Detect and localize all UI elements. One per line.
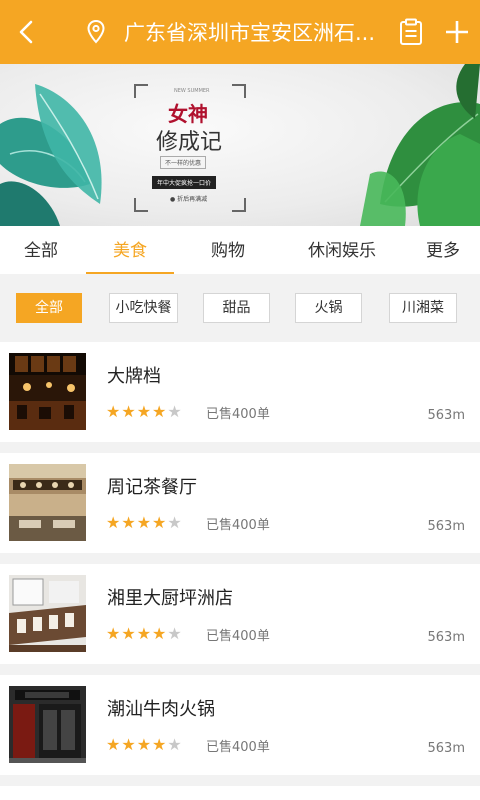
merchant-name: 周记茶餐厅 xyxy=(107,477,197,498)
poster-corner xyxy=(232,84,246,98)
list-item[interactable] xyxy=(0,786,480,800)
rating-stars: ★★★★★ xyxy=(106,624,183,643)
filter-desserts[interactable]: 甜品 xyxy=(203,293,270,323)
banner-tagline: 不一样的优惠 xyxy=(160,156,207,169)
banner-title-line1: 女神 xyxy=(168,102,208,126)
star-icon: ★ xyxy=(167,735,183,754)
clipboard-button[interactable] xyxy=(388,0,434,64)
list-item[interactable]: 周记茶餐厅 ★★★★★ 已售400单 563m xyxy=(0,453,480,553)
star-icon: ★★★★ xyxy=(106,402,168,421)
merchant-thumbnail xyxy=(9,353,86,430)
rating-stars: ★★★★★ xyxy=(106,735,183,754)
rating-stars: ★★★★★ xyxy=(106,402,183,421)
leaf-decoration-right xyxy=(360,64,480,226)
tab-shopping[interactable]: 购物 xyxy=(192,226,264,274)
star-icon: ★ xyxy=(167,402,183,421)
back-button[interactable] xyxy=(0,0,52,64)
location-pin-icon xyxy=(82,0,110,64)
banner-title-line2: 修成记 xyxy=(156,130,223,155)
filter-snacks[interactable]: 小吃快餐 xyxy=(109,293,178,323)
banner-poster: NEW SUMMER 女神 修成记 不一样的优惠 年中大促疯抢一口价 ● 折后再… xyxy=(134,84,246,212)
poster-corner xyxy=(134,84,148,98)
banner-english: NEW SUMMER xyxy=(174,88,210,94)
merchant-name: 湘里大厨坪洲店 xyxy=(107,588,233,609)
sold-count: 已售400单 xyxy=(206,407,270,422)
merchant-name: 大牌档 xyxy=(107,366,161,387)
tab-all[interactable]: 全部 xyxy=(10,226,72,274)
filter-sichuan-hunan[interactable]: 川湘菜 xyxy=(389,293,457,323)
distance: 563m xyxy=(427,408,465,423)
tab-food[interactable]: 美食 xyxy=(86,226,174,274)
list-item[interactable]: 湘里大厨坪洲店 ★★★★★ 已售400单 563m xyxy=(0,564,480,664)
star-icon: ★ xyxy=(167,513,183,532)
merchant-name: 潮汕牛肉火锅 xyxy=(107,699,215,720)
merchant-thumbnail xyxy=(9,575,86,652)
star-icon: ★ xyxy=(167,624,183,643)
list-item[interactable]: 大牌档 ★★★★★ 已售400单 563m xyxy=(0,342,480,442)
top-bar: 广东省深圳市宝安区洲石... xyxy=(0,0,480,64)
merchant-thumbnail xyxy=(9,464,86,541)
back-arrow-icon xyxy=(19,20,33,44)
tab-more[interactable]: 更多 xyxy=(412,226,474,274)
star-icon: ★★★★ xyxy=(106,513,168,532)
tab-entertainment[interactable]: 休闲娱乐 xyxy=(296,226,388,274)
subcategory-filters: 全部 小吃快餐 甜品 火锅 川湘菜 xyxy=(0,274,480,342)
filter-hotpot[interactable]: 火锅 xyxy=(295,293,362,323)
rating-stars: ★★★★★ xyxy=(106,513,183,532)
poster-corner xyxy=(134,198,148,212)
list-item[interactable]: 潮汕牛肉火锅 ★★★★★ 已售400单 563m xyxy=(0,675,480,775)
sold-count: 已售400单 xyxy=(206,629,270,644)
leaf-decoration-left xyxy=(0,84,102,226)
location-address[interactable]: 广东省深圳市宝安区洲石... xyxy=(110,17,388,47)
sold-count: 已售400单 xyxy=(206,518,270,533)
category-tabs: 全部 美食 购物 休闲娱乐 更多 xyxy=(0,226,480,274)
poster-corner xyxy=(232,198,246,212)
clipboard-icon xyxy=(400,18,422,45)
promo-banner[interactable]: NEW SUMMER 女神 修成记 不一样的优惠 年中大促疯抢一口价 ● 折后再… xyxy=(0,64,480,226)
star-icon: ★★★★ xyxy=(106,624,168,643)
distance: 563m xyxy=(427,630,465,645)
merchant-thumbnail xyxy=(9,686,86,763)
filter-all[interactable]: 全部 xyxy=(16,293,82,323)
star-icon: ★★★★ xyxy=(106,735,168,754)
banner-promo: 年中大促疯抢一口价 xyxy=(152,176,217,189)
add-button[interactable] xyxy=(434,0,480,64)
sold-count: 已售400单 xyxy=(206,740,270,755)
distance: 563m xyxy=(427,519,465,534)
banner-note: ● 折后再满减 xyxy=(170,196,208,203)
distance: 563m xyxy=(427,741,465,756)
plus-icon xyxy=(446,21,468,43)
